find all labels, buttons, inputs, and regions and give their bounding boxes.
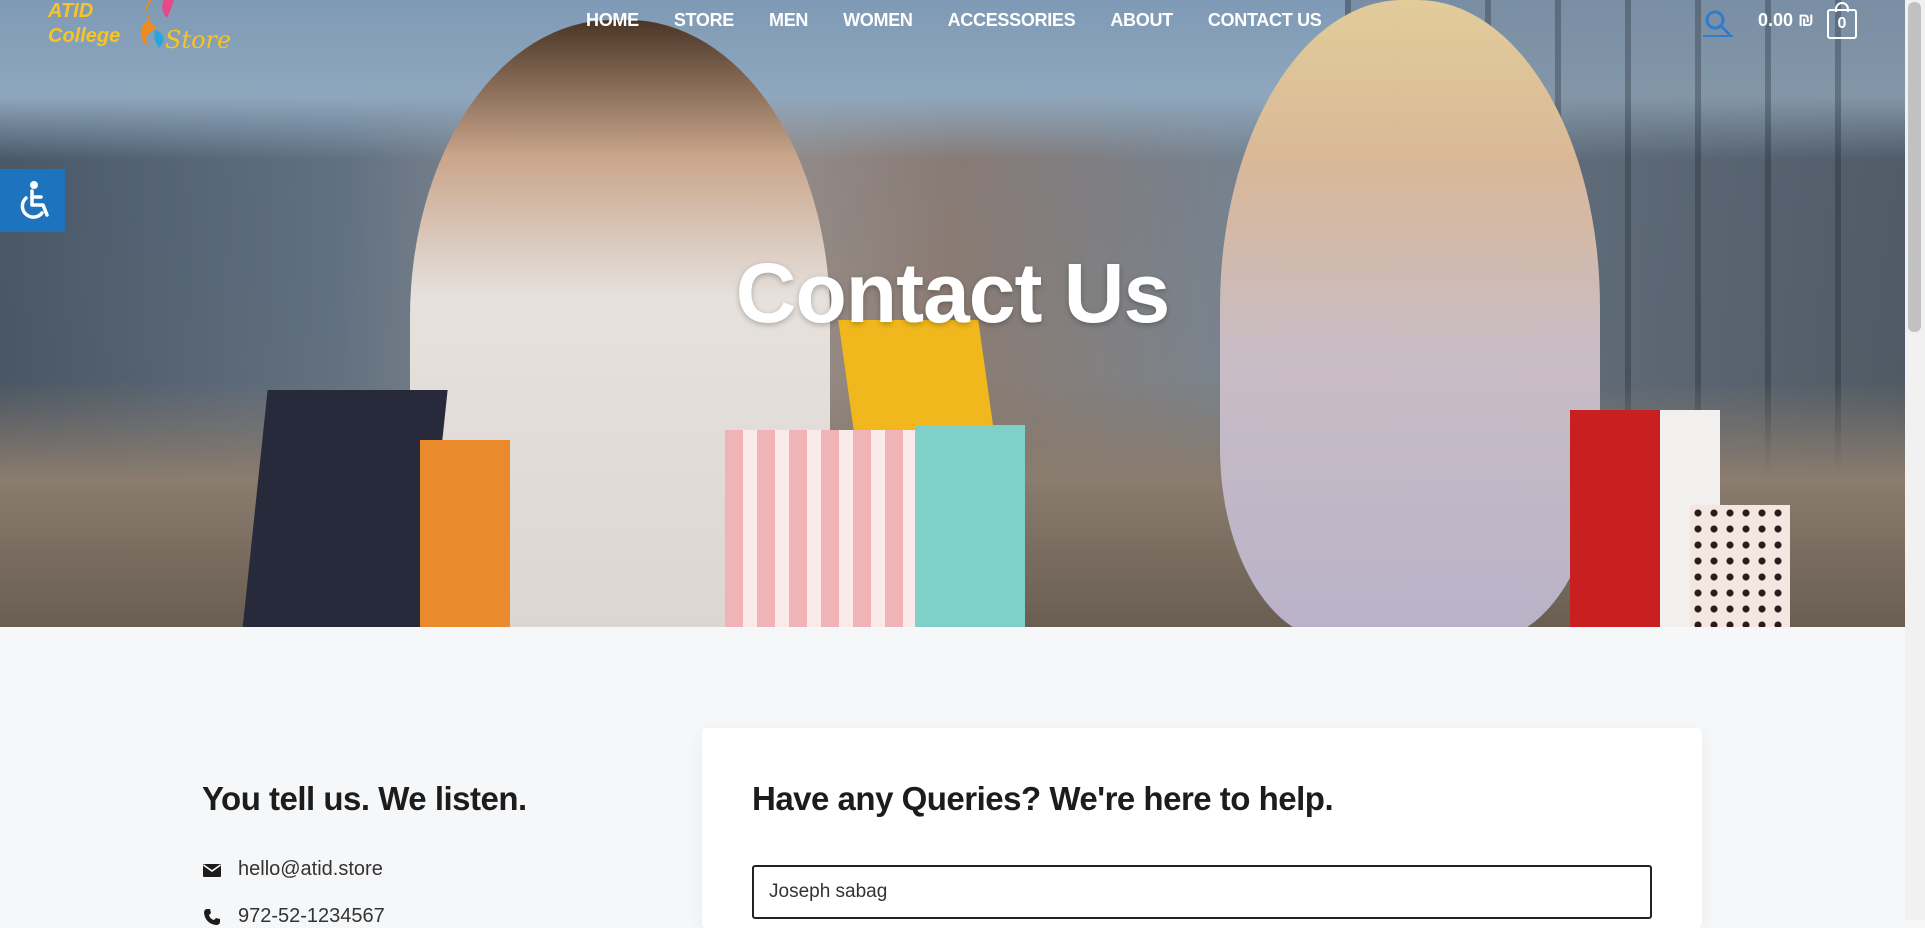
logo-text-line2: College bbox=[48, 25, 121, 47]
nav-accessories[interactable]: ACCESSORIES bbox=[948, 10, 1076, 31]
contact-form-card: Have any Queries? We're here to help. bbox=[702, 728, 1702, 928]
contact-form-heading: Have any Queries? We're here to help. bbox=[752, 780, 1334, 817]
accessibility-button[interactable] bbox=[0, 169, 65, 232]
nav-about[interactable]: ABOUT bbox=[1110, 10, 1173, 31]
cart-count: 0 bbox=[1827, 9, 1857, 39]
name-input[interactable] bbox=[752, 865, 1652, 919]
nav-men[interactable]: MEN bbox=[769, 10, 808, 31]
page-title: Contact Us bbox=[735, 246, 1170, 340]
site-header: ATID College Store HOME STORE MEN WOMEN … bbox=[0, 0, 1905, 54]
site-logo[interactable]: ATID College Store bbox=[45, 0, 245, 58]
nav-store[interactable]: STORE bbox=[674, 10, 734, 31]
cart-button[interactable]: 0 bbox=[1827, 2, 1859, 39]
scrollbar-thumb[interactable] bbox=[1908, 2, 1921, 332]
contact-phone[interactable]: 972-52-1234567 bbox=[238, 905, 385, 928]
search-icon[interactable] bbox=[1703, 8, 1733, 38]
search-underline bbox=[1703, 35, 1733, 37]
hero-bag bbox=[1690, 505, 1790, 627]
main-nav: HOME STORE MEN WOMEN ACCESSORIES ABOUT C… bbox=[586, 10, 1357, 31]
contact-phone-row: 972-52-1234567 bbox=[202, 905, 385, 928]
contact-info-heading: You tell us. We listen. bbox=[202, 780, 527, 817]
hero-banner: Contact Us bbox=[0, 0, 1905, 627]
hero-bag bbox=[915, 425, 1025, 627]
phone-icon bbox=[204, 908, 220, 925]
contact-email-row: hello@atid.store bbox=[202, 858, 383, 881]
contact-email[interactable]: hello@atid.store bbox=[238, 858, 383, 881]
nav-contact-us[interactable]: CONTACT US bbox=[1208, 10, 1322, 31]
logo-text-store: Store bbox=[165, 26, 232, 54]
hero-bag bbox=[420, 440, 510, 627]
nav-home[interactable]: HOME bbox=[586, 10, 639, 31]
hero-bag bbox=[725, 430, 925, 627]
cart-total[interactable]: 0.00 ₪ bbox=[1758, 10, 1814, 31]
envelope-icon bbox=[203, 863, 221, 877]
logo-text-line1: ATID bbox=[48, 0, 94, 22]
nav-women[interactable]: WOMEN bbox=[843, 10, 913, 31]
wheelchair-icon bbox=[20, 181, 49, 219]
hero-bag bbox=[242, 390, 448, 627]
